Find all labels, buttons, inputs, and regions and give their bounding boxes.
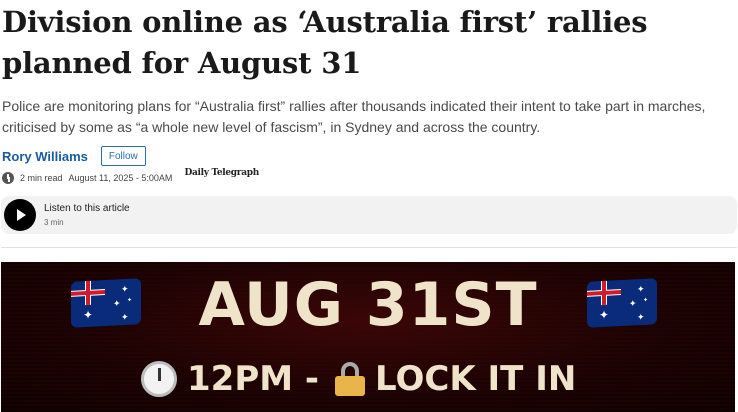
read-time: 2 min read (20, 173, 63, 183)
play-button[interactable] (4, 199, 36, 231)
listen-duration: 3 min (44, 217, 64, 227)
audio-player: Listen to this article 3 min (1, 196, 737, 234)
article-meta: 2 min read August 11, 2025 - 5:00AM Dail… (2, 167, 260, 188)
divider (1, 247, 737, 248)
author-link[interactable]: Rory Williams (2, 149, 88, 164)
article-headline: Division online as ‘Australia first’ ral… (2, 5, 648, 80)
clock-icon (141, 361, 177, 397)
hero-lock-text: LOCK IT IN (375, 359, 577, 399)
hero-time-text: 12PM - (187, 359, 320, 399)
article-standfirst: Police are monitoring plans for “Austral… (2, 98, 706, 135)
hero-image: ✦ ✦ ✦ ✦ ✦ AUG 31ST ✦ ✦ ✦ ✦ ✦ 12PM - LOCK… (1, 262, 735, 412)
publish-date: August 11, 2025 - 5:00AM (68, 173, 173, 183)
lock-icon (335, 362, 366, 396)
australia-flag-icon: ✦ ✦ ✦ ✦ ✦ (587, 278, 657, 328)
byline: Rory Williams Follow (2, 145, 146, 167)
listen-title: Listen to this article (44, 202, 130, 214)
publisher-logo: Daily Telegraph (184, 167, 260, 188)
publisher-logo-text: Daily Telegraph (184, 167, 260, 178)
hero-time-line: 12PM - LOCK IT IN (141, 358, 576, 400)
clock-icon (2, 172, 14, 184)
follow-button[interactable]: Follow (100, 146, 146, 166)
